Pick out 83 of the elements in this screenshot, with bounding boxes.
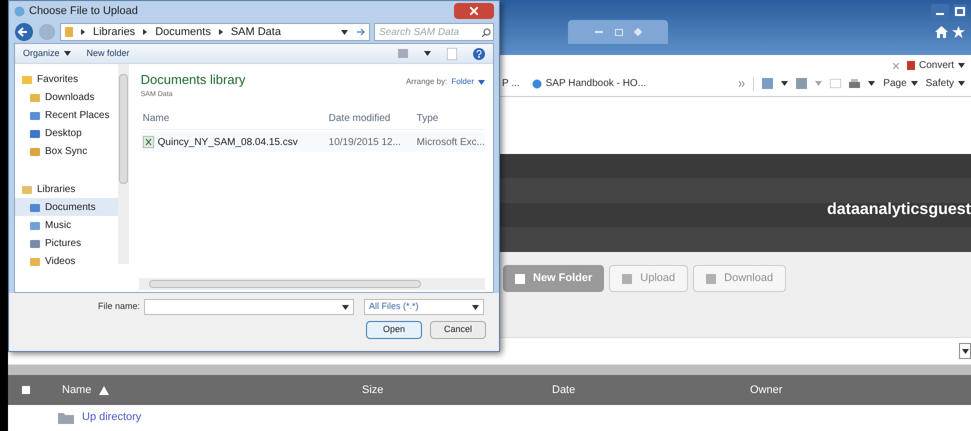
- minimize-icon[interactable]: [931, 4, 949, 18]
- favorite-link[interactable]: SAP Handbook - HO...: [532, 76, 646, 91]
- caret-icon: [64, 51, 71, 56]
- file-name-field[interactable]: [144, 299, 354, 315]
- chevron-icon[interactable]: [739, 80, 746, 86]
- dropdown-field[interactable]: [959, 343, 971, 359]
- mail-icon[interactable]: [830, 79, 842, 88]
- sidebar-item[interactable]: Music: [15, 216, 123, 234]
- library-title: Documents library: [140, 71, 246, 89]
- sidebar-item[interactable]: Desktop: [15, 124, 123, 142]
- breadcrumb-item[interactable]: Documents: [155, 24, 211, 40]
- caret-icon: [815, 81, 822, 86]
- horizontal-scrollbar[interactable]: [139, 278, 485, 290]
- refresh-icon[interactable]: [356, 28, 365, 36]
- pdf-icon: [906, 61, 915, 70]
- sidebar-item[interactable]: Box Sync: [15, 142, 123, 160]
- search-field[interactable]: Search SAM Data: [374, 23, 494, 41]
- command-menu[interactable]: Page: [883, 76, 918, 91]
- home-icon[interactable]: [935, 26, 948, 38]
- preview-pane-icon[interactable]: [447, 48, 457, 60]
- user-name: dataanalyticsguest: [826, 200, 971, 220]
- breadcrumb-item[interactable]: SAM Data: [230, 24, 281, 40]
- breadcrumb-item[interactable]: Libraries: [93, 24, 136, 40]
- caret-icon: [781, 81, 788, 86]
- star-icon[interactable]: [952, 26, 965, 38]
- caret-icon: [424, 51, 431, 56]
- close-icon[interactable]: [892, 62, 899, 68]
- sidebar-item[interactable]: Pictures: [15, 234, 123, 252]
- caret-icon: [958, 81, 965, 86]
- column-header[interactable]: Date: [552, 384, 576, 396]
- arrange-dropdown[interactable]: Folder: [451, 76, 485, 88]
- help-icon[interactable]: [473, 48, 485, 60]
- caret-icon: [342, 304, 350, 310]
- address-bar[interactable]: Libraries Documents SAM Data: [60, 23, 370, 41]
- caret-icon: [910, 81, 918, 86]
- file-date: 10/19/2015 12...: [328, 136, 402, 150]
- caret-icon: [962, 348, 968, 354]
- print-icon[interactable]: [849, 78, 860, 88]
- dialog-button[interactable]: Open: [366, 321, 422, 339]
- star-folder-icon: [21, 74, 33, 84]
- separator-icon: [81, 29, 85, 35]
- column-header[interactable]: Date modified: [328, 111, 417, 126]
- separator-icon: [143, 29, 148, 35]
- caret-icon: [472, 304, 480, 310]
- caret-icon: [478, 80, 485, 84]
- column-header[interactable]: Name: [62, 382, 92, 398]
- file-type-dropdown[interactable]: All Files (*.*): [364, 299, 484, 315]
- toolbar-command[interactable]: New folder: [86, 46, 130, 60]
- library-icon: [21, 184, 33, 194]
- column-header[interactable]: Owner: [750, 384, 782, 396]
- sidebar-item[interactable]: Videos: [15, 252, 123, 270]
- scrollbar[interactable]: [118, 64, 129, 264]
- convert-button[interactable]: Convert: [906, 58, 965, 73]
- sidebar-group[interactable]: Libraries: [37, 182, 76, 196]
- close-button[interactable]: [454, 3, 494, 19]
- close-icon: [470, 7, 478, 15]
- arrange-label: Arrange by:: [406, 76, 448, 88]
- toolbar-command[interactable]: Organize: [23, 46, 71, 60]
- favorite-link[interactable]: P ...: [502, 76, 520, 91]
- command-menu[interactable]: Safety: [926, 76, 965, 91]
- file-type: Microsoft Exc...: [416, 136, 485, 150]
- search-icon: [482, 28, 491, 37]
- caret-icon: [868, 81, 876, 86]
- column-header[interactable]: Size: [362, 384, 384, 396]
- dialog-title: Choose File to Upload: [29, 4, 138, 19]
- sort-ascending-icon: [99, 386, 110, 394]
- column-header[interactable]: Name: [140, 111, 329, 126]
- restore-icon[interactable]: [953, 4, 967, 18]
- caret-icon: [958, 63, 965, 68]
- sidebar-item[interactable]: Downloads: [15, 88, 123, 106]
- column-header[interactable]: Type: [416, 111, 438, 126]
- sidebar-item[interactable]: Recent Places: [15, 106, 123, 124]
- file-row[interactable]: Quincy_NY_SAM_08.04.15.csv 10/19/2015 12... Microsoft Exc...: [140, 132, 485, 152]
- file-name-label: File name:: [98, 300, 140, 314]
- spreadsheet-icon: [142, 136, 154, 148]
- file-name: Quincy_NY_SAM_08.04.15.csv: [158, 136, 298, 150]
- caret-icon: [341, 30, 348, 34]
- separator-icon: [218, 29, 223, 35]
- sidebar-group[interactable]: Favorites: [37, 72, 78, 86]
- select-all-checkbox[interactable]: [22, 386, 30, 394]
- up-directory-link[interactable]: Up directory: [82, 409, 142, 426]
- back-icon[interactable]: [14, 22, 34, 42]
- dialog-button[interactable]: Cancel: [430, 321, 486, 339]
